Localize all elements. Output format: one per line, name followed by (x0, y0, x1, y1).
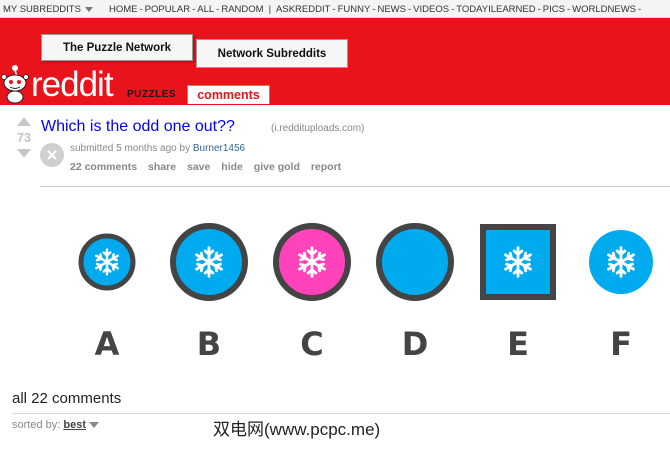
tab-comments[interactable]: comments (187, 85, 270, 104)
link-worldnews[interactable]: WORLDNEWS (572, 4, 636, 15)
hide-button[interactable]: hide (221, 161, 243, 173)
link-popular[interactable]: POPULAR (145, 4, 190, 15)
link-pics[interactable]: PICS (543, 4, 565, 15)
post-score: 73 (17, 131, 31, 145)
submitted-text: submitted 5 months ago by (70, 143, 191, 154)
give-gold-button[interactable]: give gold (254, 161, 300, 173)
post-actions: 22 comments share save hide give gold re… (70, 161, 349, 173)
chevron-down-icon[interactable] (89, 422, 99, 429)
subreddit-links: HOME - POPULAR - ALL - RANDOM | ASKREDDIT - FUNNY -… (109, 4, 642, 15)
option-e: E (480, 224, 556, 363)
link-todayilearned[interactable]: TODAYILEARNED (456, 4, 535, 15)
my-subreddits-label: MY SUBREDDITS (3, 4, 81, 15)
link-all[interactable]: ALL (197, 4, 214, 15)
chevron-down-icon (84, 6, 93, 12)
link-videos[interactable]: VIDEOS (413, 4, 449, 15)
sort-dropdown[interactable]: best (63, 419, 86, 431)
image-expand-icon[interactable] (40, 143, 64, 167)
post-title-link[interactable]: Which is the odd one out?? (41, 118, 235, 136)
network-subreddits-button[interactable]: Network Subreddits (196, 39, 348, 68)
reddit-alien-icon[interactable] (0, 60, 30, 104)
puzzle-network-button[interactable]: The Puzzle Network (41, 34, 193, 61)
puzzle-figure: A B C D E F (78, 223, 653, 363)
option-label: A (95, 325, 120, 363)
option-label: B (197, 325, 221, 363)
author-link[interactable]: Burner1456 (193, 143, 245, 154)
link-random[interactable]: RANDOM (221, 4, 263, 15)
link-news[interactable]: NEWS (377, 4, 406, 15)
post-domain[interactable]: (i.reddituploads.com) (271, 123, 364, 134)
link-home[interactable]: HOME (109, 4, 138, 15)
watermark-text: 双电网(www.pcpc.me) (213, 420, 381, 439)
report-button[interactable]: report (311, 161, 341, 173)
option-shape (376, 223, 454, 301)
my-subreddits-dropdown[interactable]: MY SUBREDDITS (3, 4, 93, 15)
option-label: C (300, 325, 323, 363)
upvote-arrow-icon[interactable] (17, 117, 31, 126)
option-a: A (78, 233, 136, 363)
reddit-logo-text[interactable]: reddit (31, 67, 114, 102)
downvote-arrow-icon[interactable] (17, 149, 31, 158)
comments-heading: all 22 comments (12, 390, 122, 407)
option-b: B (170, 223, 248, 363)
share-button[interactable]: share (148, 161, 176, 173)
link-funny[interactable]: FUNNY (338, 4, 371, 15)
sort-control: sorted by: best (12, 419, 99, 431)
comments-link[interactable]: 22 comments (70, 161, 137, 173)
option-label: E (507, 325, 529, 363)
subreddit-name-link[interactable]: PUZZLES (127, 89, 176, 100)
top-subreddit-bar: MY SUBREDDITS HOME - POPULAR - ALL - RANDOM | AS… (0, 0, 670, 18)
puzzle-image[interactable]: A B C D E F (40, 198, 670, 378)
option-d: D (376, 223, 454, 363)
vote-controls: 73 (14, 117, 34, 158)
comments-divider (12, 413, 670, 414)
option-label: F (610, 325, 632, 363)
option-c: C (273, 223, 351, 363)
link-askreddit[interactable]: ASKREDDIT (276, 4, 330, 15)
post-divider (40, 186, 670, 187)
option-label: D (402, 325, 429, 363)
post-tagline: submitted 5 months ago by Burner1456 (70, 143, 245, 154)
sorted-by-label: sorted by: (12, 419, 61, 431)
option-f: F (589, 230, 653, 363)
save-button[interactable]: save (187, 161, 210, 173)
